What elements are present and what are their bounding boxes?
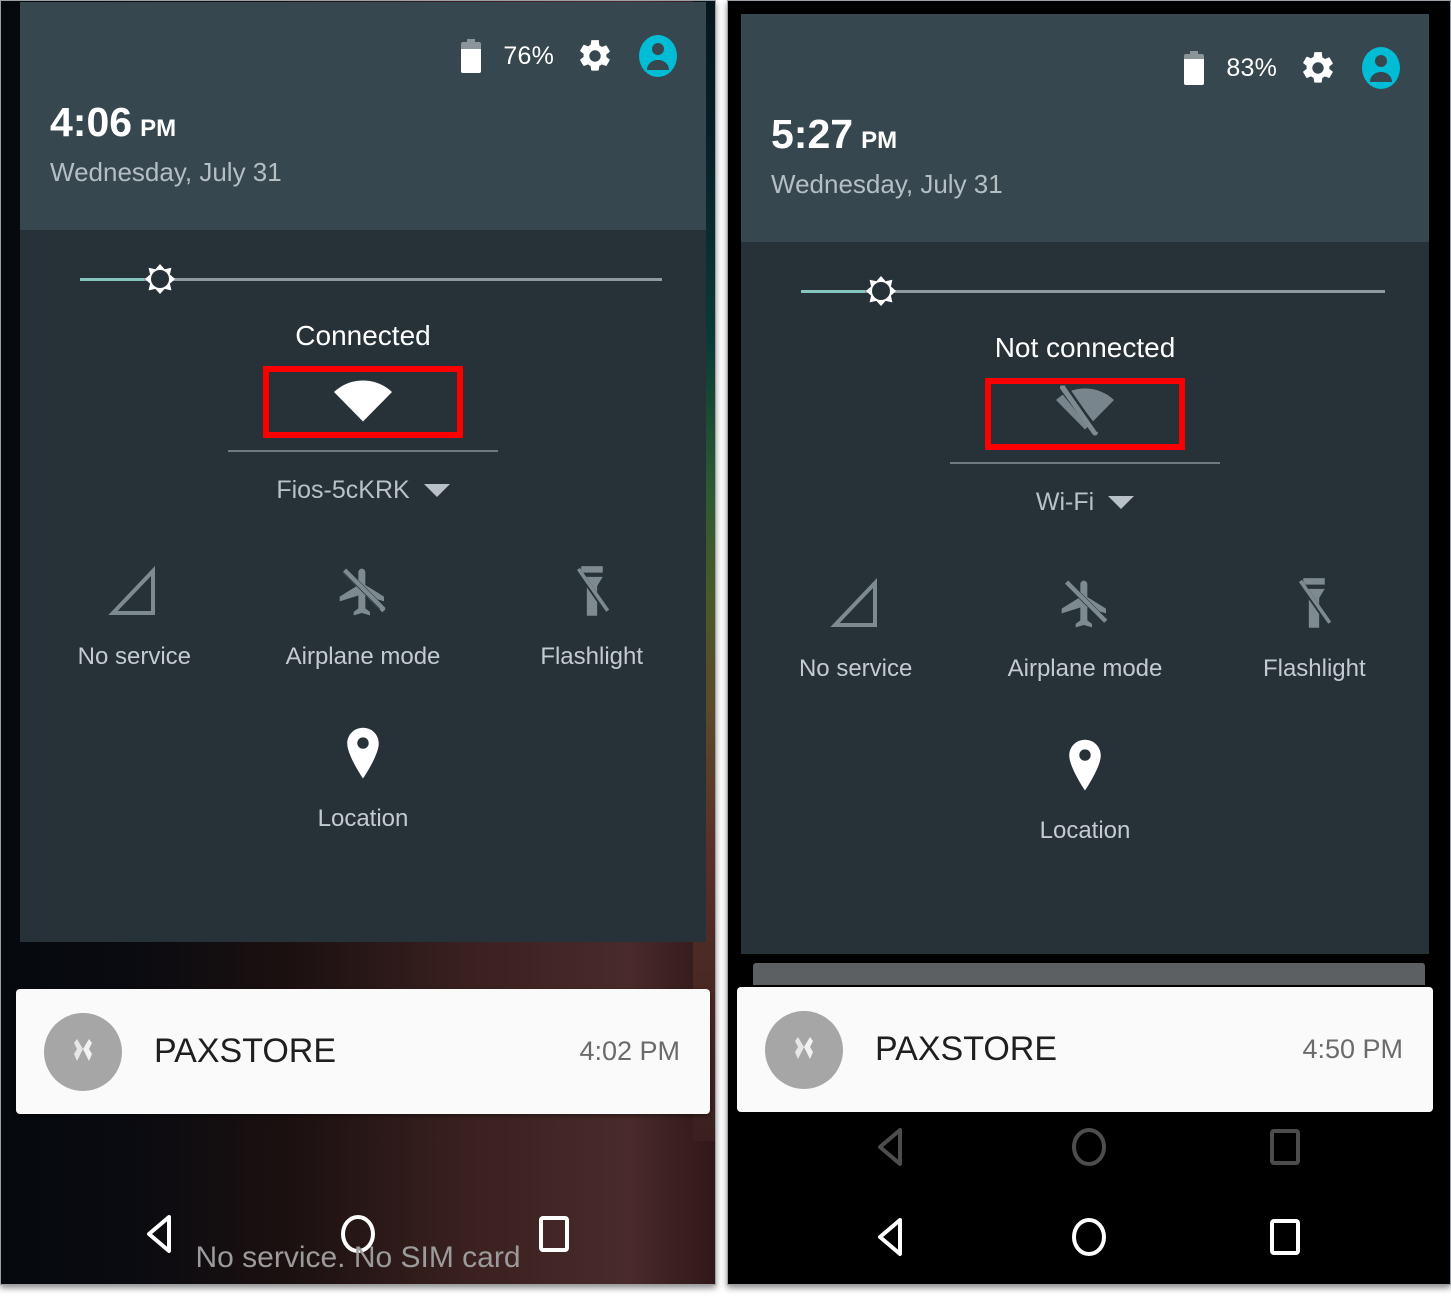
wifi-tile-divider	[950, 462, 1220, 464]
flashlight-off-icon	[566, 563, 618, 621]
notification-time: 4:50 PM	[1302, 1034, 1403, 1064]
quick-tiles-row-1-right: No service Airplane mode Flashlight	[741, 575, 1429, 683]
tile-label: Location	[317, 805, 409, 832]
tile-flashlight[interactable]: Flashlight	[1200, 575, 1429, 683]
gear-icon[interactable]	[576, 37, 614, 75]
navigation-bar-right	[728, 1206, 1450, 1272]
flashlight-off-icon	[1288, 575, 1340, 633]
brightness-knob-icon[interactable]	[135, 254, 185, 304]
clock-block-right: 5:27 PM Wednesday, July 31	[771, 114, 1003, 200]
quick-settings-header-left: 76% 4:06 PM Wednesday, July 31	[20, 2, 706, 230]
notification-peek-strip	[753, 963, 1425, 985]
wifi-ssid-label: Wi-Fi	[1035, 488, 1095, 516]
wifi-ssid-label: Fios-5cKRK	[276, 476, 410, 504]
wifi-off-icon[interactable]	[1054, 384, 1116, 443]
tile-label: Location	[1039, 817, 1131, 844]
phone-screenshot-right: 83% 5:27 PM Wednesday, July 31 Not conne…	[727, 0, 1451, 1285]
wifi-full-icon[interactable]	[332, 376, 394, 429]
location-pin-icon	[342, 725, 384, 783]
tile-no-service[interactable]: No service	[20, 563, 249, 671]
clock-time: 5:27	[771, 111, 854, 157]
battery-percent-label: 76%	[503, 41, 554, 70]
navigation-bar-dimmed-right	[728, 1116, 1450, 1182]
brightness-knob-icon[interactable]	[856, 266, 906, 316]
no-sim-overlay-text: No service. No SIM card	[195, 1241, 521, 1274]
tile-label: Airplane mode	[285, 643, 441, 670]
tile-location[interactable]: Location	[20, 725, 706, 833]
notification-app-name: PAXSTORE	[875, 1030, 1058, 1068]
tile-label: Flashlight	[1262, 655, 1366, 682]
location-pin-icon	[1064, 737, 1106, 795]
chevron-down-icon[interactable]	[1108, 496, 1135, 509]
status-icons-right: 83%	[1184, 46, 1403, 90]
comparison-screenshot: 76% 4:06 PM Wednesday, July 31 Connected…	[0, 0, 1451, 1298]
notification-card-left[interactable]: PAXSTORE 4:02 PM	[16, 989, 710, 1114]
recents-square-icon[interactable]	[1262, 1214, 1308, 1265]
battery-percent-label: 83%	[1226, 53, 1277, 82]
tile-airplane-mode[interactable]: Airplane mode	[249, 563, 478, 671]
recents-square-icon	[1262, 1124, 1308, 1175]
brightness-slider[interactable]	[801, 242, 1385, 328]
quick-settings-header-right: 83% 5:27 PM Wednesday, July 31	[741, 14, 1429, 242]
wifi-ssid-dropdown[interactable]: Fios-5cKRK	[20, 476, 706, 505]
back-triangle-icon[interactable]	[870, 1214, 916, 1265]
tile-label: No service	[77, 643, 192, 670]
clock-date: Wednesday, July 31	[50, 157, 282, 187]
clock-date: Wednesday, July 31	[771, 169, 1003, 199]
quick-tiles-row-2-right: Location	[741, 683, 1429, 845]
status-icons-left: 76%	[461, 34, 680, 78]
clock-time: 4:06	[50, 99, 133, 145]
brightness-slider[interactable]	[80, 230, 662, 316]
battery-icon	[461, 39, 482, 73]
notification-card-right[interactable]: PAXSTORE 4:50 PM	[737, 987, 1433, 1112]
notification-shade-left: 76% 4:06 PM Wednesday, July 31 Connected…	[20, 2, 706, 942]
quick-settings-body-left: Connected Fios-5cKRK No service Airplane…	[20, 230, 706, 851]
quick-tiles-row-2-left: Location	[20, 671, 706, 833]
signal-no-service-icon	[829, 575, 883, 633]
wifi-state-label: Connected	[295, 320, 431, 351]
battery-icon	[1184, 51, 1205, 85]
airplane-off-icon	[1057, 575, 1113, 633]
tile-label: Flashlight	[540, 643, 644, 670]
avatar[interactable]	[636, 34, 680, 78]
home-circle-icon[interactable]	[1066, 1214, 1112, 1265]
tile-location[interactable]: Location	[741, 737, 1429, 845]
chevron-down-icon[interactable]	[423, 484, 450, 497]
paxstore-icon	[765, 1010, 843, 1089]
quick-tiles-row-1-left: No service Airplane mode Flashlight	[20, 563, 706, 671]
tile-flashlight[interactable]: Flashlight	[477, 563, 706, 671]
notification-app-name: PAXSTORE	[154, 1032, 337, 1070]
avatar[interactable]	[1359, 46, 1403, 90]
tile-label: No service	[798, 655, 913, 682]
clock-block-left: 4:06 PM Wednesday, July 31	[50, 102, 282, 188]
phone-screenshot-left: 76% 4:06 PM Wednesday, July 31 Connected…	[0, 0, 716, 1285]
signal-no-service-icon	[107, 563, 161, 621]
wifi-ssid-dropdown[interactable]: Wi-Fi	[741, 488, 1429, 517]
wifi-tile-highlight-box	[985, 378, 1185, 450]
clock-ampm: PM	[140, 115, 177, 142]
wifi-state-label: Not connected	[994, 332, 1176, 363]
notification-time: 4:02 PM	[579, 1036, 680, 1066]
gear-icon[interactable]	[1299, 49, 1337, 87]
tile-label: Airplane mode	[1007, 655, 1163, 682]
back-triangle-icon	[870, 1124, 916, 1175]
wifi-tile-highlight-box	[263, 366, 463, 438]
tile-airplane-mode[interactable]: Airplane mode	[970, 575, 1199, 683]
quick-settings-body-right: Not connected Wi-Fi No service Airplane …	[741, 242, 1429, 863]
notification-shade-right: 83% 5:27 PM Wednesday, July 31 Not conne…	[741, 14, 1429, 954]
clock-ampm: PM	[861, 127, 898, 154]
airplane-off-icon	[335, 563, 391, 621]
wifi-tile-divider	[228, 450, 498, 452]
paxstore-icon	[44, 1012, 122, 1091]
home-circle-icon	[1066, 1124, 1112, 1175]
tile-no-service[interactable]: No service	[741, 575, 970, 683]
